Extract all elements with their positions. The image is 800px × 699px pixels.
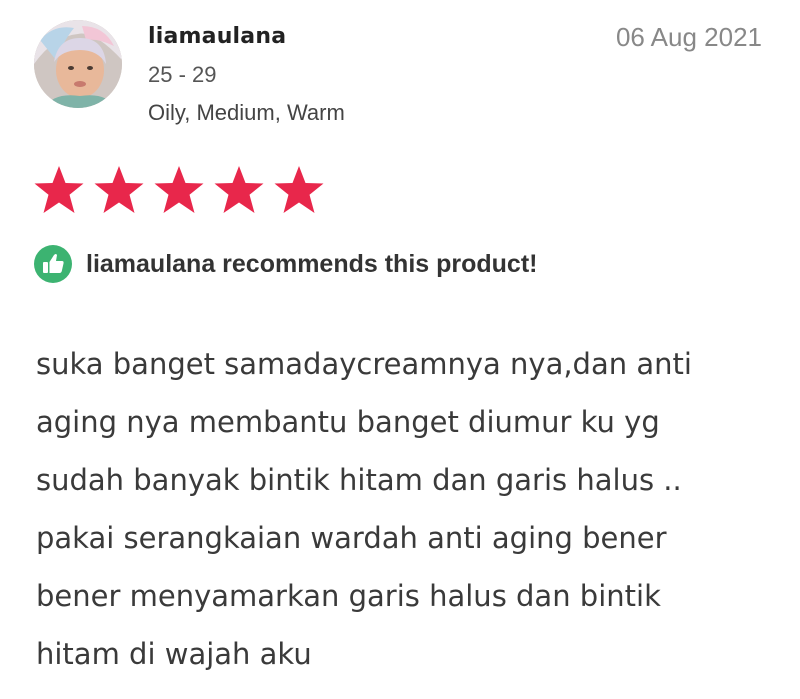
reviewer-skin-profile: Oily, Medium, Warm bbox=[148, 100, 345, 125]
review-body-line: hitam di wajah aku bbox=[36, 637, 312, 671]
avatar-photo bbox=[34, 20, 122, 108]
reviewer-username[interactable]: liamaulana bbox=[148, 24, 286, 49]
star-filled-icon bbox=[34, 166, 84, 213]
recommendation-text: liamaulana recommends this product! bbox=[86, 249, 538, 278]
review-card: liamaulana 25 - 29 Oily, Medium, Warm 06… bbox=[0, 0, 800, 699]
reviewer-age-range: 25 - 29 bbox=[148, 62, 217, 87]
review-body-line: pakai serangkaian wardah anti aging bene… bbox=[36, 521, 667, 555]
star-filled-icon bbox=[94, 166, 144, 213]
star-rating bbox=[33, 165, 325, 215]
recommendation-banner: liamaulana recommends this product! bbox=[34, 245, 538, 283]
review-date: 06 Aug 2021 bbox=[615, 22, 762, 52]
thumbs-up-icon bbox=[34, 245, 72, 283]
star-filled-icon bbox=[214, 166, 264, 213]
review-body-line: suka banget samadaycreamnya nya,dan anti bbox=[36, 347, 692, 381]
review-body-line: bener menyamarkan garis halus dan bintik bbox=[36, 579, 661, 613]
review-body-line: sudah banyak bintik hitam dan garis halu… bbox=[36, 463, 682, 497]
star-filled-icon bbox=[274, 166, 324, 213]
star-filled-icon bbox=[154, 166, 204, 213]
avatar[interactable] bbox=[34, 20, 122, 108]
review-body: suka banget samadaycreamnya nya,dan anti… bbox=[36, 335, 766, 683]
review-body-line: aging nya membantu banget diumur ku yg bbox=[36, 405, 660, 439]
